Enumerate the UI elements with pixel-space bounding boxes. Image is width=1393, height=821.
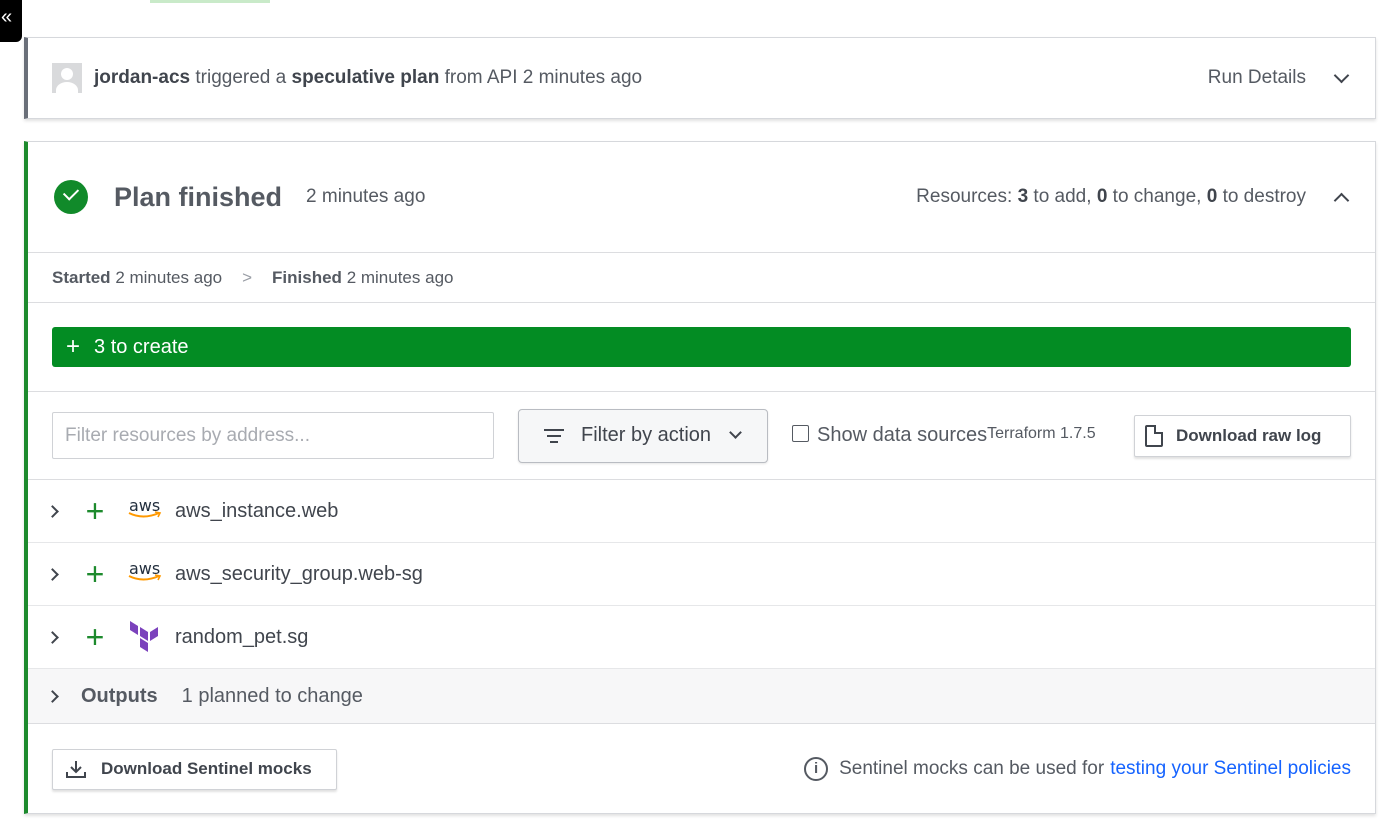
download-raw-log-label: Download raw log [1176, 425, 1322, 445]
resource-filter-input[interactable] [52, 412, 494, 459]
chevron-up-icon[interactable] [1333, 192, 1350, 208]
resource-name: random_pet.sg [175, 625, 309, 648]
chevron-right-icon[interactable] [46, 567, 59, 581]
run-plan-type: speculative plan [291, 67, 440, 88]
run-details-toggle[interactable]: Run Details [1207, 67, 1350, 89]
plus-icon: + [66, 333, 81, 360]
add-count: 3 [1017, 186, 1029, 207]
outputs-label: Outputs [81, 684, 158, 707]
resource-row[interactable]: + aws aws_instance.web [28, 480, 1375, 543]
sentinel-info: i Sentinel mocks can be used for testing… [804, 757, 1351, 781]
chevron-right-icon[interactable] [46, 689, 59, 703]
info-icon: i [804, 757, 829, 781]
plan-time: 2 minutes ago [306, 186, 426, 207]
document-icon [1145, 424, 1163, 447]
resource-row[interactable]: + aws aws_security_group.web-sg [28, 543, 1375, 606]
started-time: 2 minutes ago [115, 267, 223, 287]
chevron-right-icon[interactable] [46, 504, 59, 518]
checkbox-box[interactable] [792, 425, 809, 442]
create-summary-label: 3 to create [94, 335, 189, 358]
destroy-label: to destroy [1222, 186, 1306, 207]
started-label: Started [52, 267, 111, 287]
create-plus-icon: + [85, 556, 105, 592]
plan-card: Plan finished 2 minutes ago Resources: 3… [24, 141, 1376, 814]
download-sentinel-mocks-button[interactable]: Download Sentinel mocks [52, 748, 337, 790]
filter-toolbar: Filter by action Show data sources Terra… [28, 392, 1375, 480]
double-chevron-left-icon: « [1, 6, 13, 28]
resource-row[interactable]: + random_pet.sg [28, 606, 1375, 669]
top-status-sliver [150, 0, 270, 3]
resources-prefix: Resources: [916, 186, 1013, 207]
filter-by-action-button[interactable]: Filter by action [518, 408, 768, 463]
terraform-logo-icon [130, 621, 158, 652]
run-user[interactable]: jordan-acs [94, 67, 190, 88]
run-source: from API 2 minutes ago [444, 67, 643, 88]
download-icon [66, 761, 86, 778]
run-trigger-text: jordan-acs triggered a speculative plan … [94, 67, 642, 89]
aws-logo-icon: aws [128, 559, 162, 581]
outputs-row[interactable]: Outputs 1 planned to change [28, 669, 1375, 724]
destroy-count: 0 [1206, 186, 1218, 207]
run-details-label: Run Details [1207, 67, 1306, 88]
finished-time: 2 minutes ago [346, 267, 454, 287]
show-data-sources-checkbox[interactable]: Show data sources [792, 424, 987, 447]
change-label: to change, [1112, 186, 1202, 207]
chevron-down-icon [1333, 67, 1350, 83]
run-verb: triggered a [195, 67, 287, 88]
create-summary-wrap: + 3 to create [28, 303, 1375, 392]
outputs-summary: 1 planned to change [181, 684, 363, 707]
sidebar-collapse-button[interactable]: « [0, 0, 22, 42]
filter-lines-icon [543, 428, 565, 444]
change-count: 0 [1096, 186, 1108, 207]
create-plus-icon: + [85, 493, 105, 529]
timeline-separator: > [242, 267, 253, 287]
resources-summary[interactable]: Resources: 3 to add, 0 to change, 0 to d… [916, 186, 1350, 208]
add-label: to add, [1033, 186, 1092, 207]
download-sentinel-mocks-label: Download Sentinel mocks [101, 759, 312, 778]
aws-logo-icon: aws [128, 496, 162, 518]
check-circle-icon [54, 180, 88, 214]
resource-name: aws_security_group.web-sg [175, 562, 423, 585]
plan-timeline: Started 2 minutes ago > Finished 2 minut… [28, 253, 1375, 303]
resource-name: aws_instance.web [175, 499, 339, 522]
download-raw-log-button[interactable]: Download raw log [1134, 414, 1351, 457]
plan-title: Plan finished [114, 181, 283, 212]
create-summary-bar[interactable]: + 3 to create [52, 327, 1351, 367]
chevron-right-icon[interactable] [46, 630, 59, 644]
sentinel-info-text: Sentinel mocks can be used for [839, 758, 1105, 779]
create-plus-icon: + [85, 619, 105, 655]
user-avatar-icon [52, 63, 82, 93]
terraform-version: Terraform 1.7.5 [987, 424, 1096, 442]
finished-label: Finished [272, 267, 342, 287]
sentinel-policies-link[interactable]: testing your Sentinel policies [1110, 758, 1351, 780]
plan-footer: Download Sentinel mocks i Sentinel mocks… [28, 724, 1375, 814]
run-summary-header: jordan-acs triggered a speculative plan … [24, 37, 1376, 119]
plan-header: Plan finished 2 minutes ago Resources: 3… [28, 142, 1375, 253]
show-data-sources-label: Show data sources [817, 424, 988, 446]
filter-by-action-label: Filter by action [581, 424, 712, 446]
chevron-down-icon [729, 426, 742, 439]
